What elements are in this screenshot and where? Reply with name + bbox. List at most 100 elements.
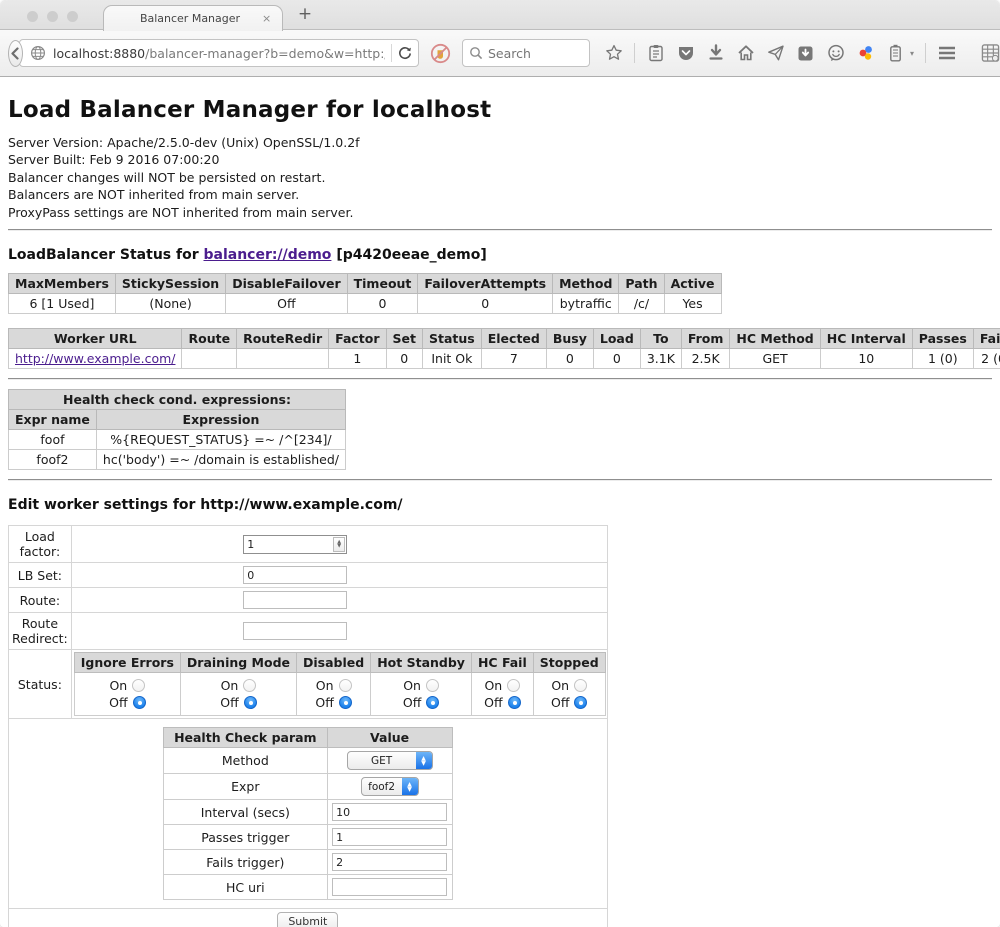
divider <box>8 479 992 481</box>
download-icon[interactable] <box>708 44 724 62</box>
radio-draining-mode-off[interactable] <box>244 696 257 709</box>
table-row: 6 [1 Used] (None) Off 0 0 bytraffic /c/ … <box>9 294 722 314</box>
col-expr-name: Expr name <box>9 410 97 430</box>
send-icon[interactable] <box>767 44 785 62</box>
hc-uri-input[interactable] <box>332 878 447 896</box>
balancer-status-table: MaxMembers StickySession DisableFailover… <box>8 273 722 314</box>
reload-icon[interactable] <box>398 46 412 60</box>
radio-ignore-errors-off[interactable] <box>133 696 146 709</box>
lb-set-input[interactable] <box>243 566 347 584</box>
table-header-row: MaxMembers StickySession DisableFailover… <box>9 274 722 294</box>
clipboard-icon[interactable] <box>648 44 664 62</box>
back-icon <box>9 47 22 60</box>
adblock-icon[interactable] <box>430 43 451 64</box>
url-path: /balancer-manager?b=demo&w=http://www.ex… <box>145 46 385 61</box>
search-bar[interactable] <box>462 39 590 67</box>
worker-url-link[interactable]: http://www.example.com/ <box>15 351 175 366</box>
radio-hot-standby-off[interactable] <box>426 696 439 709</box>
expr-row: foof %{REQUEST_STATUS} =~ /^[234]/ <box>9 430 346 450</box>
minimize-window-button[interactable] <box>47 11 58 22</box>
edit-worker-form: Load factor: 1 ▲▼ LB Set: Route: Route R… <box>8 525 608 927</box>
url-text[interactable]: localhost:8880/balancer-manager?b=demo&w… <box>53 46 385 61</box>
col-maxmembers: MaxMembers <box>9 274 116 294</box>
passes-label: Passes trigger <box>164 825 328 850</box>
edit-worker-heading: Edit worker settings for http://www.exam… <box>8 497 992 513</box>
col-ignore-errors: Ignore Errors <box>74 653 180 673</box>
hc-expressions-table: Health check cond. expressions: Expr nam… <box>8 389 346 470</box>
col-hot-standby: Hot Standby <box>371 653 472 673</box>
worker-row: http://www.example.com/ 1 0 Init Ok 7 0 … <box>9 349 1000 369</box>
page-content: Load Balancer Manager for localhost Serv… <box>0 77 1000 927</box>
route-input[interactable] <box>243 591 347 609</box>
select-arrows-icon: ▲▼ <box>402 778 418 795</box>
passes-input[interactable] <box>332 828 447 846</box>
zoom-window-button[interactable] <box>67 11 78 22</box>
extension-table-icon[interactable] <box>981 43 1000 63</box>
radio-hc-fail-on[interactable] <box>507 679 520 692</box>
overflow-caret-icon[interactable]: ▾ <box>910 49 914 58</box>
server-built: Server Built: Feb 9 2016 07:00:20 <box>8 152 992 167</box>
col-disablefailover: DisableFailover <box>226 274 347 294</box>
balancer-status-heading: LoadBalancer Status for balancer://demo … <box>8 247 992 263</box>
fails-label: Fails trigger) <box>164 850 328 875</box>
method-select[interactable]: GET ▲▼ <box>347 751 433 770</box>
globe-icon <box>30 45 46 61</box>
radio-draining-mode-on[interactable] <box>243 679 256 692</box>
radio-hot-standby-on[interactable] <box>426 679 439 692</box>
back-button[interactable] <box>8 40 23 67</box>
menu-icon[interactable] <box>938 46 956 60</box>
tab-bar: Balancer Manager × + <box>0 0 1000 30</box>
server-version: Server Version: Apache/2.5.0-dev (Unix) … <box>8 135 992 150</box>
close-window-button[interactable] <box>27 11 38 22</box>
notice-persist: Balancer changes will NOT be persisted o… <box>8 170 992 185</box>
table-header-row: Worker URL Route RouteRedir Factor Set S… <box>9 329 1000 349</box>
chat-icon[interactable] <box>827 44 845 62</box>
page-title: Load Balancer Manager for localhost <box>8 97 992 123</box>
share-colors-icon[interactable] <box>857 44 875 62</box>
expr-select[interactable]: foof2 ▲▼ <box>361 777 419 796</box>
browser-window: Balancer Manager × + localhost:8880/bala… <box>0 0 1000 927</box>
submit-button[interactable]: Submit <box>277 912 338 927</box>
balancer-demo-link[interactable]: balancer://demo <box>204 247 332 263</box>
new-tab-button[interactable]: + <box>294 4 316 24</box>
fails-input[interactable] <box>332 853 447 871</box>
radio-hc-fail-off[interactable] <box>508 696 521 709</box>
radio-stopped-off[interactable] <box>574 696 587 709</box>
toolbar-divider <box>634 43 635 63</box>
select-arrows-icon: ▲▼ <box>416 752 432 769</box>
col-timeout: Timeout <box>347 274 418 294</box>
route-redirect-input[interactable] <box>243 622 347 640</box>
expr-row: foof2 hc('body') =~ /domain is establish… <box>9 450 346 470</box>
lb-set-label: LB Set: <box>9 563 72 588</box>
battery-icon[interactable] <box>889 44 902 62</box>
save-to-device-icon[interactable] <box>797 45 814 62</box>
col-failoverattempts: FailoverAttempts <box>418 274 553 294</box>
radio-disabled-off[interactable] <box>339 696 352 709</box>
load-factor-value: 1 <box>244 538 333 551</box>
interval-input[interactable] <box>332 803 447 821</box>
home-icon[interactable] <box>737 44 755 62</box>
divider <box>8 229 992 231</box>
tab-close-icon[interactable]: × <box>262 12 282 25</box>
pocket-icon[interactable] <box>677 44 695 62</box>
search-input[interactable] <box>488 46 583 61</box>
window-controls[interactable] <box>27 11 78 22</box>
route-label: Route: <box>9 588 72 613</box>
load-factor-stepper[interactable]: 1 ▲▼ <box>243 535 347 554</box>
radio-ignore-errors-on[interactable] <box>132 679 145 692</box>
balancer-heading-prefix: LoadBalancer Status for <box>8 247 199 263</box>
notice-proxypass: ProxyPass settings are NOT inherited fro… <box>8 205 992 220</box>
col-hc-fail: HC Fail <box>471 653 533 673</box>
tab-balancer-manager[interactable]: Balancer Manager × <box>103 5 283 31</box>
radio-disabled-on[interactable] <box>339 679 352 692</box>
health-check-param-table: Health Check param Value Method GET ▲▼ <box>163 727 453 900</box>
method-label: Method <box>164 748 328 774</box>
worker-status-table: Worker URL Route RouteRedir Factor Set S… <box>8 328 1000 369</box>
col-disabled: Disabled <box>297 653 371 673</box>
radio-stopped-on[interactable] <box>574 679 587 692</box>
stepper-arrows-icon[interactable]: ▲▼ <box>333 537 345 552</box>
bookmark-star-icon[interactable] <box>605 44 623 62</box>
toolbar-divider <box>925 43 926 63</box>
notice-balancers: Balancers are NOT inherited from main se… <box>8 187 992 202</box>
url-bar[interactable]: localhost:8880/balancer-manager?b=demo&w… <box>19 39 419 67</box>
